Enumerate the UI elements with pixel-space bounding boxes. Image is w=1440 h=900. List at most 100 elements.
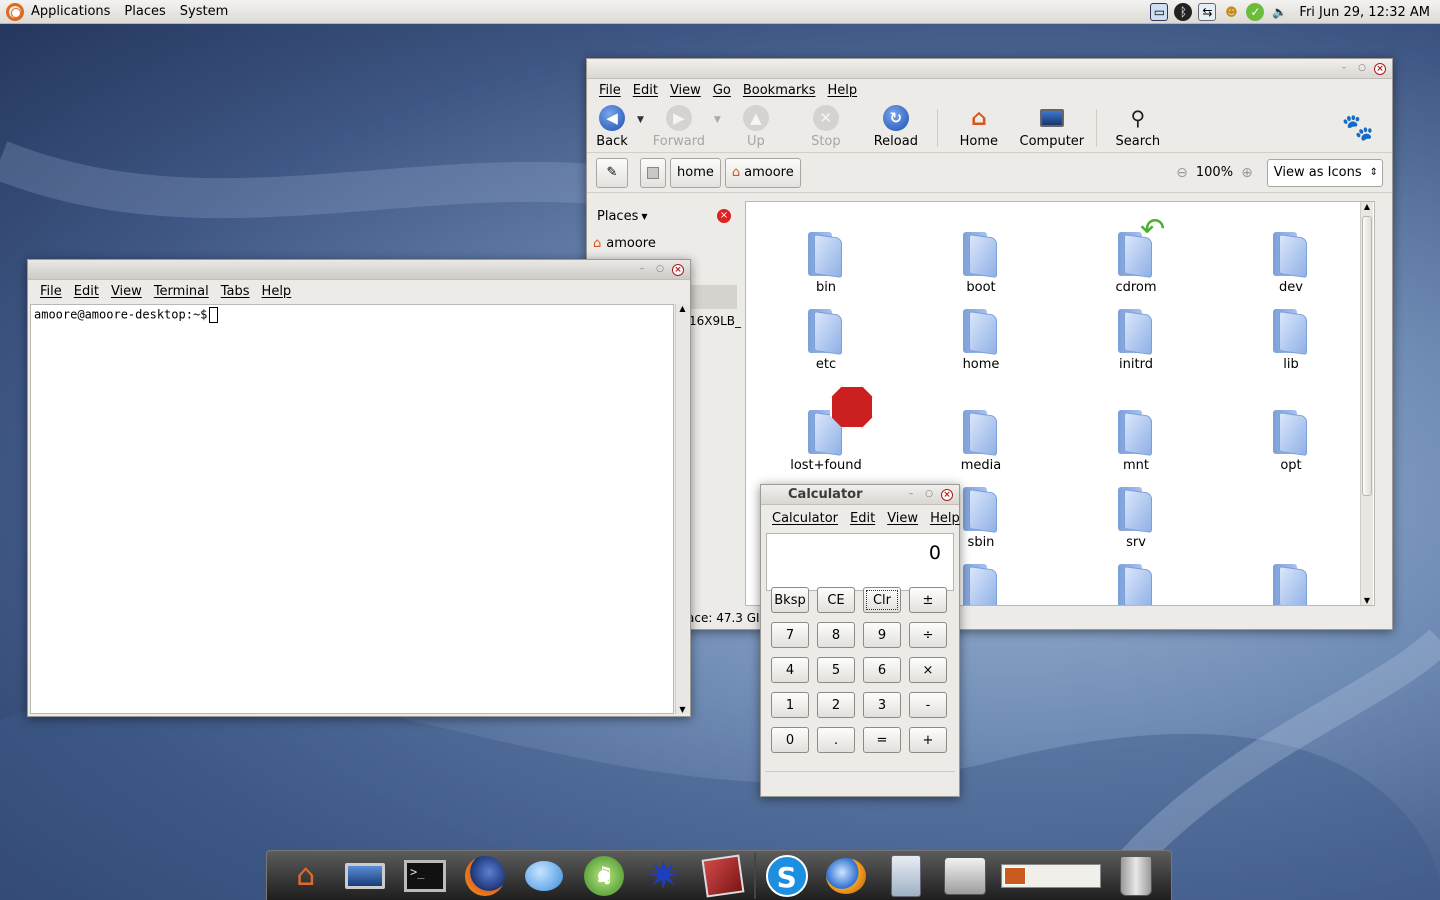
places-dropdown[interactable]: Places (597, 209, 638, 224)
calculator-icon[interactable] (881, 853, 931, 899)
calc-key[interactable]: 3 (863, 692, 901, 718)
stop-button[interactable]: ✕ Stop (791, 105, 861, 149)
menu-terminal[interactable]: Terminal (148, 284, 215, 299)
terminal-icon[interactable]: >_ (400, 853, 450, 899)
star-icon[interactable]: ✷ (639, 853, 689, 899)
menu-help[interactable]: Help (821, 83, 863, 98)
calc-key[interactable]: ÷ (909, 622, 947, 648)
folder-item[interactable]: dev (1241, 230, 1341, 295)
file-manager-titlebar[interactable]: – ○ × (587, 59, 1392, 79)
scroll-up-icon[interactable]: ▲ (676, 304, 689, 313)
chat-icon[interactable] (519, 853, 569, 899)
calc-key[interactable]: ± (909, 587, 947, 613)
folder-item[interactable]: srv (1086, 485, 1186, 550)
calc-key[interactable]: 7 (771, 622, 809, 648)
desktop-switcher-icon[interactable] (1000, 853, 1101, 899)
forward-history-dropdown-icon[interactable]: ▼ (714, 115, 721, 125)
computer-button[interactable]: Computer (1014, 105, 1090, 149)
path-home-button[interactable]: home (670, 157, 721, 188)
music-icon[interactable]: ♫ (579, 853, 629, 899)
calc-key[interactable]: 9 (863, 622, 901, 648)
calc-key[interactable]: 6 (863, 657, 901, 683)
monitor-icon[interactable]: ▭ (1150, 3, 1169, 21)
menu-help[interactable]: Help (256, 284, 298, 299)
menu-view[interactable]: View (105, 284, 148, 299)
folder-item[interactable]: media (931, 408, 1031, 473)
menu-tabs[interactable]: Tabs (215, 284, 256, 299)
zoom-in-icon[interactable]: ⊕ (1241, 165, 1253, 181)
system-menu[interactable]: System (173, 4, 235, 19)
folder-item[interactable]: opt (1241, 408, 1341, 473)
menu-view[interactable]: View (664, 83, 707, 98)
applications-menu[interactable]: Applications (24, 4, 117, 19)
menu-view[interactable]: View (881, 511, 924, 526)
calc-key[interactable]: 1 (771, 692, 809, 718)
back-button[interactable]: ◀ Back (587, 105, 637, 149)
forward-button[interactable]: ▶ Forward (644, 105, 714, 149)
calc-key[interactable]: CE (817, 587, 855, 613)
folder-item[interactable]: etc (776, 307, 876, 372)
close-icon[interactable]: × (672, 264, 684, 276)
close-icon[interactable]: × (941, 489, 953, 501)
package-icon[interactable] (698, 853, 748, 899)
home-icon[interactable]: ⌂ (281, 853, 331, 899)
calculator-display[interactable]: 0 (766, 533, 954, 591)
minimize-icon[interactable]: – (905, 489, 917, 501)
calc-key[interactable]: × (909, 657, 947, 683)
calc-key[interactable]: + (909, 727, 947, 753)
clock[interactable]: Fri Jun 29, 12:32 AM (1291, 5, 1440, 20)
scroll-thumb[interactable] (1362, 216, 1372, 496)
folder-item[interactable]: lib (1241, 307, 1341, 372)
path-root-button[interactable] (640, 157, 666, 188)
folder-item[interactable]: home (931, 307, 1031, 372)
maximize-icon[interactable]: ○ (923, 489, 935, 501)
calc-key[interactable]: 0 (771, 727, 809, 753)
trash-icon[interactable] (1111, 853, 1161, 899)
thunderbird-icon[interactable] (821, 853, 871, 899)
bluetooth-icon[interactable]: ᛒ (1174, 3, 1193, 21)
calc-key[interactable]: Bksp (771, 587, 809, 613)
reload-button[interactable]: ↻ Reload (861, 105, 931, 149)
minimize-icon[interactable]: – (636, 264, 648, 276)
update-icon[interactable]: ✓ (1246, 3, 1265, 21)
menu-edit[interactable]: Edit (844, 511, 881, 526)
folder-item[interactable] (1241, 562, 1341, 605)
menu-edit[interactable]: Edit (68, 284, 105, 299)
calc-key[interactable]: = (863, 727, 901, 753)
folder-item[interactable]: bin (776, 230, 876, 295)
home-button[interactable]: ⌂ Home (944, 105, 1014, 150)
menu-file[interactable]: File (593, 83, 627, 98)
calc-key[interactable]: . (817, 727, 855, 753)
network-icon[interactable]: ⇆ (1198, 3, 1217, 21)
calc-key[interactable]: 5 (817, 657, 855, 683)
folder-item[interactable]: boot (931, 230, 1031, 295)
menu-go[interactable]: Go (707, 83, 737, 98)
menu-calculator[interactable]: Calculator (766, 511, 844, 526)
calc-key[interactable]: 8 (817, 622, 855, 648)
toggle-location-entry-button[interactable]: ✎ (596, 157, 628, 188)
zoom-out-icon[interactable]: ⊖ (1176, 165, 1188, 181)
folder-item[interactable]: initrd (1086, 307, 1186, 372)
disk-icon[interactable] (941, 853, 991, 899)
maximize-icon[interactable]: ○ (1356, 63, 1368, 75)
volume-icon[interactable]: 🔈 (1270, 3, 1288, 21)
zoom-level[interactable]: 100% (1196, 165, 1233, 180)
folder-item[interactable] (1086, 562, 1186, 605)
menu-edit[interactable]: Edit (627, 83, 664, 98)
up-button[interactable]: ▲ Up (721, 105, 791, 149)
back-history-dropdown-icon[interactable]: ▼ (637, 115, 644, 125)
menu-file[interactable]: File (34, 284, 68, 299)
ubuntu-logo-icon[interactable] (6, 2, 24, 21)
scroll-down-icon[interactable]: ▼ (676, 705, 689, 714)
path-amoore-button[interactable]: ⌂ amoore (724, 157, 801, 188)
terminal-scrollbar[interactable]: ▲ ▼ (675, 304, 689, 714)
menu-bookmarks[interactable]: Bookmarks (737, 83, 822, 98)
search-button[interactable]: ⚲ Search (1103, 105, 1173, 149)
view-mode-select[interactable]: View as Icons ⇕ (1266, 158, 1383, 187)
calculator-titlebar[interactable]: Calculator – ○ × (761, 485, 959, 505)
calc-key[interactable]: - (909, 692, 947, 718)
close-pane-icon[interactable]: × (717, 209, 731, 223)
close-icon[interactable]: × (1374, 63, 1386, 75)
scroll-up-icon[interactable]: ▲ (1361, 202, 1373, 211)
skype-icon[interactable]: S (762, 853, 812, 899)
